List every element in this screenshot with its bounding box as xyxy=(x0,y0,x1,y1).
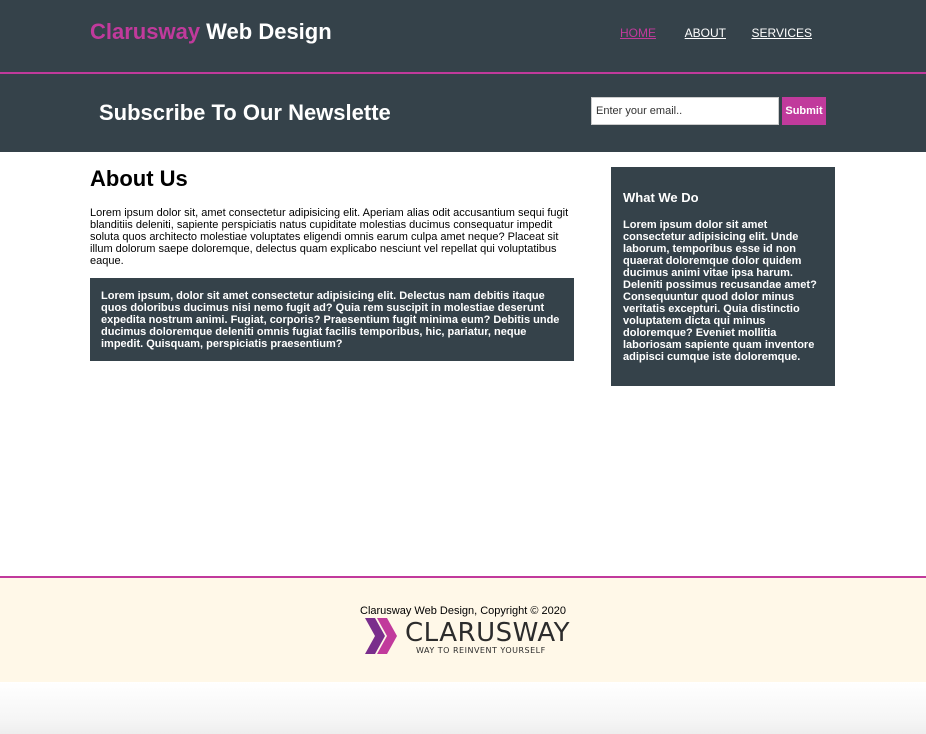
chevron-double-icon xyxy=(365,618,397,654)
brand-rest: Web Design xyxy=(200,19,332,44)
nav-link-home[interactable]: HOME xyxy=(620,26,656,40)
about-intro-text: Lorem ipsum dolor sit, amet consectetur … xyxy=(90,207,569,267)
nav-link-services[interactable]: SERVICES xyxy=(752,26,812,40)
email-input[interactable] xyxy=(591,97,779,125)
highlight-box-text: Lorem ipsum, dolor sit amet consectetur … xyxy=(101,290,560,350)
submit-button[interactable]: Submit xyxy=(782,97,826,125)
site-footer: Clarusway Web Design, Copyright © 2020 C… xyxy=(0,578,926,682)
nav-link-about[interactable]: ABOUT xyxy=(685,26,726,40)
newsletter-section: Subscribe To Our Newslette Submit xyxy=(0,74,926,152)
site-header: Clarusway Web Design HOME ABOUT SERVICES xyxy=(0,0,926,72)
logo-wordmark: CLARUSWAY xyxy=(405,618,571,648)
sidebar-title: What We Do xyxy=(623,190,699,205)
logo-tagline: WAY TO REINVENT YOURSELF xyxy=(416,646,546,655)
newsletter-title: Subscribe To Our Newslette xyxy=(99,100,391,125)
highlight-box: Lorem ipsum, dolor sit amet consectetur … xyxy=(90,278,574,361)
brand-highlight: Clarusway xyxy=(90,19,201,44)
sidebar-text: Lorem ipsum dolor sit amet consectetur a… xyxy=(623,219,817,363)
page-title: About Us xyxy=(90,166,188,191)
main-content: About Us Lorem ipsum dolor sit, amet con… xyxy=(90,165,574,361)
sidebar-what-we-do: What We Do Lorem ipsum dolor sit amet co… xyxy=(611,167,835,386)
page-bottom-shadow xyxy=(0,682,926,734)
clarusway-logo[interactable]: CLARUSWAY WAY TO REINVENT YOURSELF xyxy=(363,616,570,658)
brand-logo-text[interactable]: Clarusway Web Design xyxy=(90,19,332,45)
